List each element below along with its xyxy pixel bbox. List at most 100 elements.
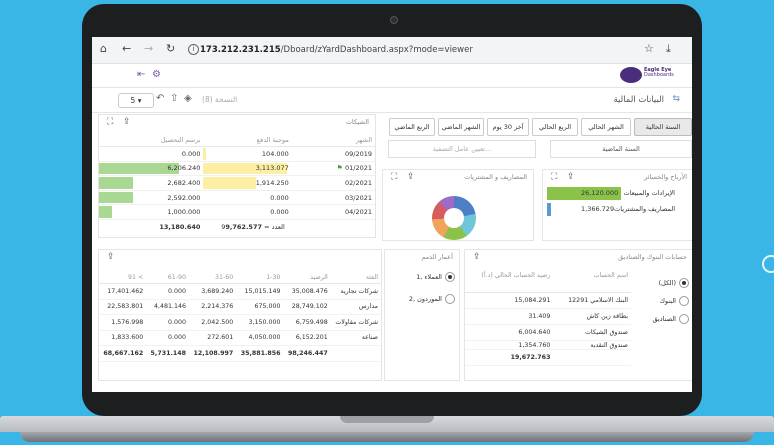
banks-title: حسابات البنوك والصناديق bbox=[618, 253, 687, 261]
profit-row[interactable]: المصاريف والمشتريات 1,366.729 bbox=[543, 203, 679, 216]
aging-total-cell: 98,246.447 bbox=[283, 345, 331, 362]
table-row[interactable]: 31.409 بطاقة زين كاش bbox=[465, 308, 631, 325]
page-size-select[interactable]: 5 ▾ bbox=[118, 93, 154, 108]
screen: ⌂ ← → ↻ i 173.212.231.215/Dboard/zYardDa… bbox=[92, 37, 692, 392]
period-button[interactable]: السنة الحالية bbox=[634, 118, 692, 136]
bookmark-star-icon[interactable]: ☆ bbox=[644, 42, 654, 55]
expand-icon[interactable]: ⛶ bbox=[391, 172, 397, 182]
expand-icon[interactable]: ⛶ bbox=[107, 117, 113, 127]
bank-type-radio[interactable]: البنوك bbox=[660, 296, 689, 306]
back-icon[interactable]: ← bbox=[122, 43, 131, 55]
export-icon[interactable]: ⇪ bbox=[107, 252, 115, 262]
table-row[interactable]: 1,000.000 0.000 04/2021 bbox=[99, 204, 375, 220]
table-row[interactable]: 2,592.000 0.000 03/2021 bbox=[99, 190, 375, 206]
radio-label: البنوك bbox=[659, 297, 676, 305]
aging-panel: ⇪ 91 <61-90 31-60 1-30 الرصيد الفئة 17,401.4… bbox=[98, 249, 382, 381]
site-info-icon[interactable]: i bbox=[188, 44, 199, 55]
profit-loss-bars: الإيرادات والمبيعات 26,120.000 المصاريف وا… bbox=[543, 187, 692, 227]
period-button[interactable]: الشهر الحالي bbox=[581, 118, 631, 136]
dashboard-title: البيانات المالية bbox=[613, 95, 665, 105]
collect-cell: 2,682.400 bbox=[99, 175, 204, 191]
payable-cell: 1,914.250 bbox=[203, 175, 292, 191]
payable-value: 104.000 bbox=[261, 149, 289, 158]
export-icon[interactable]: ⇪ bbox=[567, 172, 575, 182]
table-row[interactable]: 6,004.640 صندوق الشيكات bbox=[465, 324, 631, 341]
url-host: 173.212.231.215 bbox=[200, 45, 281, 55]
aging-cell: شركات مقاولات bbox=[330, 314, 381, 331]
aging-cell: 3,150.000 bbox=[236, 314, 284, 331]
table-row[interactable]: 15,084.291 البنك الاسلامي 12291 bbox=[465, 292, 631, 309]
aging-cell: 1,576.998 bbox=[99, 314, 147, 331]
period-button[interactable]: الربع الحالي bbox=[532, 118, 578, 136]
table-row[interactable]: 1,354.760 صندوق النقدية bbox=[465, 340, 631, 350]
table-header: برسم التحصيل موجبة الدفع الشهر bbox=[99, 133, 375, 147]
radio-dot bbox=[445, 272, 455, 282]
table-row[interactable]: 1,833.600 0.000 272.601 4,050.000 6,152.201 ص… bbox=[99, 330, 381, 346]
profit-loss-panel: ⛶ ⇪ الأرباح والخسائر الإيرادات والمبيعات… bbox=[542, 169, 692, 241]
aging-cell: 0.000 bbox=[146, 283, 190, 300]
bank-type-radio[interactable]: (الكل) bbox=[659, 278, 689, 288]
download-icon[interactable]: ⤓ bbox=[666, 42, 671, 56]
address-bar[interactable]: 173.212.231.215/Dboard/zYardDashboard.as… bbox=[200, 45, 473, 55]
payable-value: 0.000 bbox=[270, 193, 289, 202]
bank-type-radio[interactable]: الصناديق bbox=[653, 314, 689, 324]
profit-row-label: الإيرادات والمبيعات bbox=[623, 189, 675, 197]
flag-icon: ⚑ bbox=[336, 164, 345, 173]
share-icon[interactable]: ⇧ bbox=[170, 93, 178, 104]
url-path: /Dboard/zYardDashboard.aspx?mode=viewer bbox=[280, 45, 473, 55]
customers-title: أعمار الذمم bbox=[421, 253, 453, 261]
period-button[interactable]: الربع الماضي bbox=[389, 118, 435, 136]
month-value: 03/2021 bbox=[344, 193, 372, 202]
dashboard-toolbar: ⇆ البيانات المالية 5 ▾ ↶ ⇧ ◈ النسخة (8) bbox=[92, 88, 692, 113]
previous-year-button[interactable]: السنة الماضية bbox=[550, 140, 692, 158]
aging-cell: 6,759.498 bbox=[283, 314, 331, 331]
checks-title: الشيكات bbox=[345, 118, 369, 126]
table-row[interactable]: 0.000 104.000 09/2019 bbox=[99, 146, 375, 162]
payable-bar bbox=[203, 148, 206, 160]
export-icon[interactable]: ⇪ bbox=[473, 252, 481, 262]
col-month: الشهر bbox=[291, 133, 375, 147]
total-payable: 9,762.577 bbox=[225, 222, 262, 231]
payable-cell: 104.000 bbox=[203, 146, 292, 162]
month-cell: 02/2021 bbox=[291, 175, 375, 191]
collect-cell: 2,592.000 bbox=[99, 190, 204, 206]
aging-cell: 675.000 bbox=[236, 299, 284, 315]
expand-icon[interactable]: ⛶ bbox=[551, 172, 557, 182]
collect-value: 6,206.240 bbox=[167, 164, 201, 173]
aging-cell: 22,583.801 bbox=[99, 299, 147, 315]
period-button[interactable]: آخر 30 يوم bbox=[487, 118, 529, 136]
logo-text: Eagle Eye Dashboards bbox=[644, 67, 674, 78]
table-row[interactable]: 22,583.801 4,481.146 2,214.376 675.000 28,74… bbox=[99, 299, 381, 315]
col-account-name: اسم الحساب bbox=[553, 272, 631, 293]
logout-icon[interactable]: ⇤ bbox=[137, 69, 145, 80]
table-row[interactable]: 17,401.462 0.000 3,689.240 15,015.149 35,008… bbox=[99, 283, 381, 300]
palette-icon[interactable]: ◈ bbox=[184, 93, 192, 104]
table-row[interactable]: 6,206.240 3,113.077 ⚑ 01/2021 bbox=[99, 161, 375, 177]
undo-icon[interactable]: ↶ bbox=[156, 93, 164, 104]
aging-cell: 6,152.201 bbox=[283, 330, 331, 346]
month-cell: ⚑ 01/2021 bbox=[291, 161, 375, 177]
export-icon[interactable]: ⇪ bbox=[407, 172, 415, 182]
customer-type-radio[interactable]: 2, الموردون bbox=[409, 294, 455, 304]
table-row[interactable]: 1,576.998 0.000 2,042.500 3,150.000 6,759.49… bbox=[99, 314, 381, 331]
customer-type-radio[interactable]: 1, العملاء bbox=[416, 272, 455, 282]
forward-icon[interactable]: → bbox=[144, 43, 153, 55]
period-button[interactable]: الشهر الماضي bbox=[438, 118, 484, 136]
bank-name-cell: صندوق النقدية bbox=[553, 340, 631, 350]
bank-name-cell: البنك الاسلامي 12291 bbox=[553, 292, 631, 309]
month-value: 09/2019 bbox=[344, 149, 372, 158]
aging-total-cell: 68,667.162 bbox=[99, 345, 147, 362]
export-icon[interactable]: ⇪ bbox=[123, 117, 131, 127]
home-icon[interactable]: ⌂ bbox=[100, 43, 107, 55]
filter-parameter-input[interactable]: تعيين عامل التصفية... bbox=[388, 140, 536, 158]
collect-value: 2,682.400 bbox=[167, 178, 201, 187]
table-row[interactable]: 2,682.400 1,914.250 02/2021 bbox=[99, 175, 375, 191]
bank-balance-cell: 1,354.760 bbox=[465, 340, 554, 350]
aging-cell: 4,050.000 bbox=[236, 330, 284, 346]
reload-icon[interactable]: ↻ bbox=[166, 43, 175, 55]
profit-row[interactable]: الإيرادات والمبيعات 26,120.000 bbox=[543, 187, 679, 200]
expenses-title: المصاريف و المشتريات bbox=[464, 173, 527, 181]
payable-cell: 0.000 bbox=[203, 190, 292, 206]
aging-col-header: الرصيد bbox=[283, 272, 331, 284]
settings-gears-icon[interactable]: ⚙ bbox=[152, 69, 161, 80]
